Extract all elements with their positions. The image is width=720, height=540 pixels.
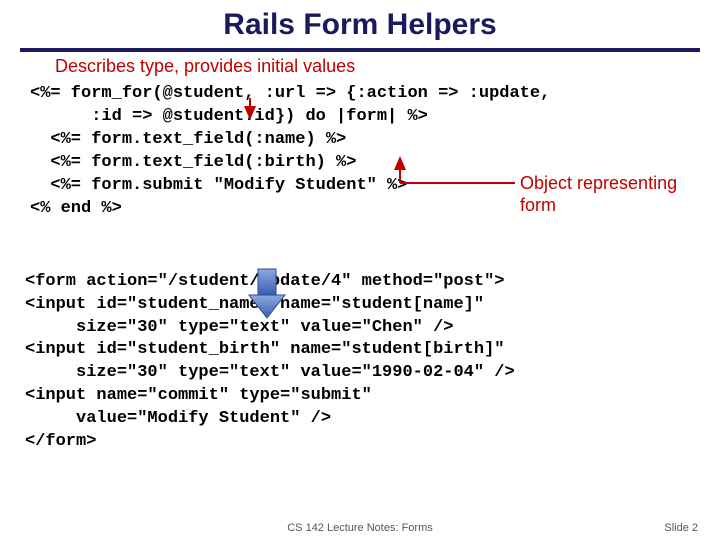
annotation-line1: Object representing [520,173,677,193]
footer-center: CS 142 Lecture Notes: Forms [0,522,720,534]
slide-title: Rails Form Helpers [0,0,720,48]
footer-slide-number: Slide 2 [664,522,698,534]
annotation-line2: form [520,195,556,215]
subtitle: Describes type, provides initial values [55,56,720,77]
html-output-code-block: <form action="/student/update/4" method=… [25,271,720,455]
annotation-object: Object representing form [520,173,677,216]
slide-footer: CS 142 Lecture Notes: Forms Slide 2 [0,522,720,534]
title-underline [20,48,700,52]
